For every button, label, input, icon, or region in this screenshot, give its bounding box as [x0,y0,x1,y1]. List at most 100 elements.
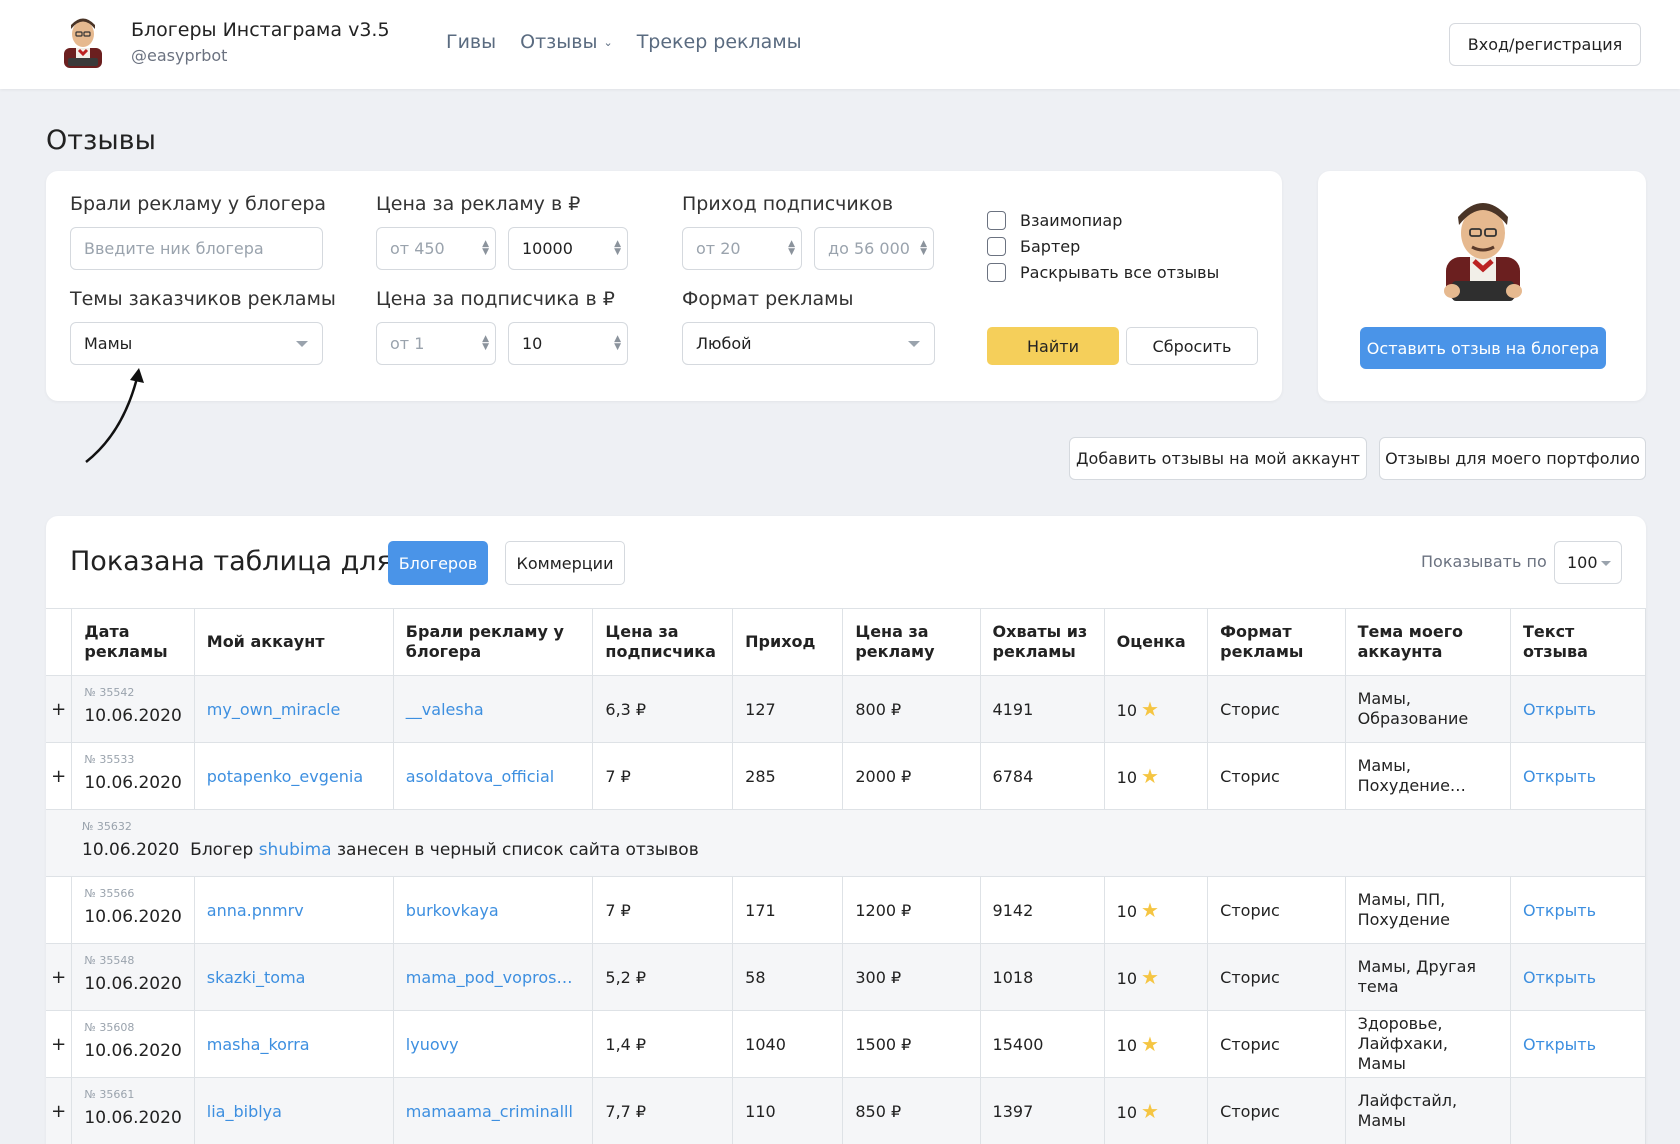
login-button[interactable]: Вход/регистрация [1449,23,1641,66]
header-blogger[interactable]: Брали рекламу у блогера [393,608,594,676]
price-ad-label: Цена за рекламу в ₽ [376,193,581,215]
bot-avatar-icon[interactable] [58,14,108,68]
mascot-image [1444,203,1522,301]
checkbox-icon[interactable] [987,263,1006,282]
rating-cell: 10 ★ [1104,876,1209,944]
expand-button[interactable]: + [46,675,73,743]
blogger-cell: __valesha [393,675,594,743]
account-link[interactable]: anna.pnmrv [207,901,304,920]
spinner-icon[interactable]: ▲ ▼ [482,335,489,352]
topic-cell: Мамы, Похудение… [1345,742,1511,810]
blogger-search-input[interactable]: Введите ник блогера [70,227,323,270]
expand-button[interactable]: + [46,943,73,1011]
blogger-link[interactable]: mamaama_criminalll [406,1102,573,1121]
rating-value: 10 [1116,902,1138,921]
reach-cell: 9142 [980,876,1105,944]
account-link[interactable]: masha_korra [207,1035,310,1054]
header-price-ad[interactable]: Цена за рекламу [842,608,981,676]
spinner-icon[interactable]: ▲ ▼ [788,240,795,257]
themes-select[interactable]: Мамы [70,322,323,365]
price-ad-from-input[interactable]: от 450 ▲ ▼ [376,227,496,270]
checkbox-mutual-pr[interactable]: Взаимопиар [987,211,1122,230]
portfolio-reviews-button[interactable]: Отзывы для моего портфолио [1379,437,1646,480]
header-price-sub[interactable]: Цена за подписчика [592,608,734,676]
nav-giveaways[interactable]: Гивы [446,31,496,53]
open-review-link[interactable]: Открыть [1523,700,1596,719]
expand-button[interactable]: + [46,1010,73,1078]
price-ad-to-input[interactable]: 10000 ▲ ▼ [508,227,628,270]
spinner-icon[interactable]: ▲ ▼ [482,240,489,257]
rating-cell: 10 ★ [1104,742,1209,810]
reset-button[interactable]: Сбросить [1126,327,1258,365]
checkbox-expand-all[interactable]: Раскрывать все отзывы [987,263,1219,282]
header-account[interactable]: Мой аккаунт [194,608,394,676]
header-review-text[interactable]: Текст отзыва [1510,608,1647,676]
review-date: 10.06.2020 [84,1108,182,1128]
checkbox-barter[interactable]: Бартер [987,237,1080,256]
checkbox-label: Раскрывать все отзывы [1020,263,1220,282]
chevron-down-icon: ⌄ [603,36,613,49]
open-review-link[interactable]: Открыть [1523,767,1596,786]
checkbox-label: Бартер [1020,237,1081,256]
expand-button[interactable]: + [46,1077,73,1144]
header-date[interactable]: Дата рекламы [71,608,195,676]
spinner-icon[interactable]: ▲ ▼ [614,240,621,257]
brand-title: Блогеры Инстаграма v3.5 [131,19,390,41]
page-size-select[interactable]: 100 [1554,541,1622,584]
spinner-icon[interactable]: ▲ ▼ [920,240,927,257]
subs-to-input[interactable]: до 56 000 ▲ ▼ [814,227,934,270]
price-sub-from-input[interactable]: от 1 ▲ ▼ [376,322,496,365]
account-cell: lia_biblya [194,1077,394,1144]
tab-bloggers[interactable]: Блогеров [388,541,488,585]
blogger-link[interactable]: mama_pod_vopros… [406,968,573,987]
blogger-link[interactable]: burkovkaya [406,901,499,920]
subs-from-input[interactable]: от 20 ▲ ▼ [682,227,802,270]
income-cell: 171 [732,876,844,944]
blacklisted-blogger-link[interactable]: shubima [259,840,332,860]
blogger-link[interactable]: __valesha [406,700,484,719]
nav-reviews[interactable]: Отзывы ⌄ [520,31,613,53]
leave-review-button[interactable]: Оставить отзыв на блогера [1360,327,1606,369]
blogger-cell: burkovkaya [393,876,594,944]
main-nav: Гивы Отзывы ⌄ Трекер рекламы [446,31,802,53]
header-format[interactable]: Формат рекламы [1207,608,1346,676]
format-cell: Сторис [1207,675,1346,743]
price-sub-from-placeholder: от 1 [390,334,425,353]
header-rating[interactable]: Оценка [1104,608,1209,676]
checkbox-label: Взаимопиар [1020,211,1123,230]
account-cell: anna.pnmrv [194,876,394,944]
account-link[interactable]: lia_biblya [207,1102,282,1121]
tab-commerce[interactable]: Коммерции [505,541,625,585]
price-ad-cell: 300 ₽ [842,943,981,1011]
price-sub-to-input[interactable]: 10 ▲ ▼ [508,322,628,365]
header-income[interactable]: Приход [732,608,844,676]
checkbox-icon[interactable] [987,237,1006,256]
header-topic[interactable]: Тема моего аккаунта [1345,608,1511,676]
notice-suffix: занесен в черный список сайта отзывов [337,840,699,860]
date-cell: № 35661 10.06.2020 [71,1077,195,1144]
format-select[interactable]: Любой [682,322,935,365]
spinner-icon[interactable]: ▲ ▼ [614,335,621,352]
header-reach[interactable]: Охваты из рекламы [980,608,1105,676]
expand-button[interactable] [46,876,73,944]
open-review-link[interactable]: Открыть [1523,1035,1596,1054]
account-cell: skazki_toma [194,943,394,1011]
blogger-link[interactable]: lyuovy [406,1035,459,1054]
open-review-link[interactable]: Открыть [1523,901,1596,920]
nav-ad-tracker[interactable]: Трекер рекламы [637,31,802,53]
checkbox-icon[interactable] [987,211,1006,230]
account-link[interactable]: skazki_toma [207,968,306,987]
account-cell: potapenko_evgenia [194,742,394,810]
table-row: № 35566 10.06.2020 anna.pnmrv burkovkaya … [46,876,1647,944]
blogger-cell: mamaama_criminalll [393,1077,594,1144]
add-reviews-button[interactable]: Добавить отзывы на мой аккаунт [1069,437,1367,480]
blogger-link[interactable]: asoldatova_official [406,767,554,786]
account-link[interactable]: potapenko_evgenia [207,767,363,786]
account-link[interactable]: my_own_miracle [207,700,341,719]
reach-cell: 15400 [980,1010,1105,1078]
open-review-link[interactable]: Открыть [1523,968,1596,987]
rating-cell: 10 ★ [1104,1010,1209,1078]
annotation-arrow-icon [85,368,144,463]
expand-button[interactable]: + [46,742,73,810]
find-button[interactable]: Найти [987,327,1119,365]
